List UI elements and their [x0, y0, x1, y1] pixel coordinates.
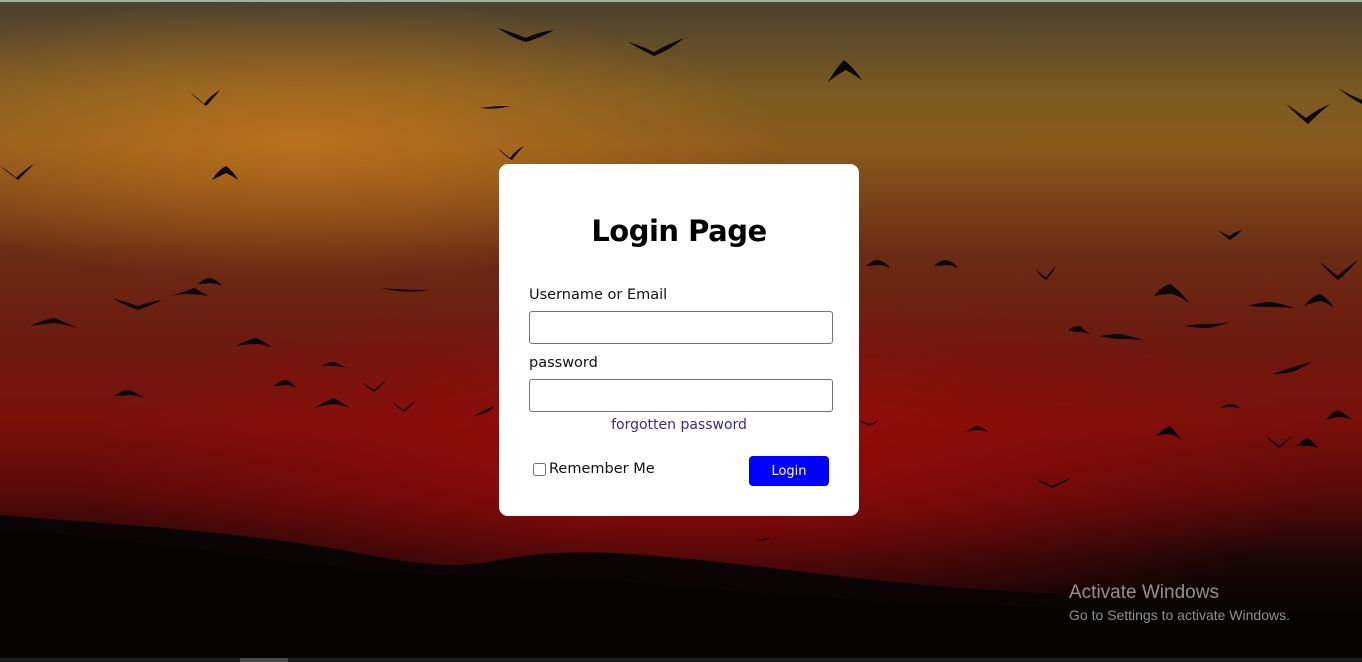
bird-shape — [274, 380, 296, 388]
bird-shape — [498, 146, 524, 160]
bird-shape — [1338, 88, 1362, 104]
password-label: password — [529, 355, 598, 371]
bird-shape — [198, 278, 222, 286]
bird-shape — [1326, 410, 1352, 420]
bird-shape — [1296, 438, 1318, 448]
windows-activation-watermark: Activate Windows Go to Settings to activ… — [1069, 582, 1290, 623]
bird-shape — [170, 288, 208, 296]
horizontal-scrollbar[interactable] — [0, 658, 1362, 662]
username-label: Username or Email — [529, 287, 668, 303]
bird-shape — [758, 538, 770, 541]
bird-shape — [380, 288, 430, 292]
bird-shape — [1156, 426, 1182, 440]
bird-shape — [828, 60, 862, 82]
bird-shape — [474, 406, 494, 416]
bird-shape — [322, 362, 346, 368]
bird-shape — [1068, 326, 1090, 334]
bird-shape — [1286, 104, 1330, 124]
bird-shape — [1220, 404, 1240, 408]
bird-shape — [1100, 334, 1144, 340]
scrollbar-thumb[interactable] — [240, 658, 288, 662]
remember-me[interactable]: Remember Me — [532, 461, 655, 477]
bird-shape — [498, 28, 554, 42]
bird-shape — [866, 260, 890, 268]
forgot-password-link[interactable]: forgotten password — [499, 417, 859, 433]
bird-shape — [480, 106, 510, 109]
password-input[interactable] — [529, 379, 833, 412]
bird-shape — [1266, 436, 1292, 448]
login-button[interactable]: Login — [749, 456, 829, 486]
bird-shape — [30, 318, 78, 328]
bird-shape — [858, 420, 880, 426]
bird-shape — [1248, 302, 1294, 308]
bird-shape — [362, 380, 386, 392]
bird-shape — [966, 426, 988, 432]
username-input[interactable] — [529, 311, 833, 344]
bird-shape — [112, 298, 162, 310]
bird-shape — [1304, 294, 1334, 308]
bird-shape — [114, 390, 144, 398]
bird-shape — [1034, 478, 1072, 488]
bird-shape — [236, 338, 272, 348]
bird-shape — [392, 400, 416, 412]
remember-me-checkbox[interactable] — [533, 462, 546, 476]
page-title: Login Page — [591, 214, 767, 248]
bird-shape — [0, 164, 34, 180]
bird-shape — [628, 38, 684, 56]
login-card: Login Page Username or Email password fo… — [499, 164, 859, 516]
watermark-subtitle: Go to Settings to activate Windows. — [1069, 607, 1290, 623]
bird-shape — [1036, 266, 1056, 280]
bird-shape — [190, 90, 220, 106]
remember-me-label: Remember Me — [549, 461, 655, 477]
bird-shape — [934, 260, 958, 268]
bird-shape — [1320, 260, 1358, 280]
bird-shape — [1272, 362, 1312, 374]
bird-shape — [1218, 230, 1242, 240]
watermark-title: Activate Windows — [1069, 582, 1219, 603]
bird-shape — [1184, 322, 1230, 328]
bird-shape — [212, 166, 238, 180]
bird-shape — [314, 398, 350, 408]
bird-shape — [1154, 284, 1190, 304]
